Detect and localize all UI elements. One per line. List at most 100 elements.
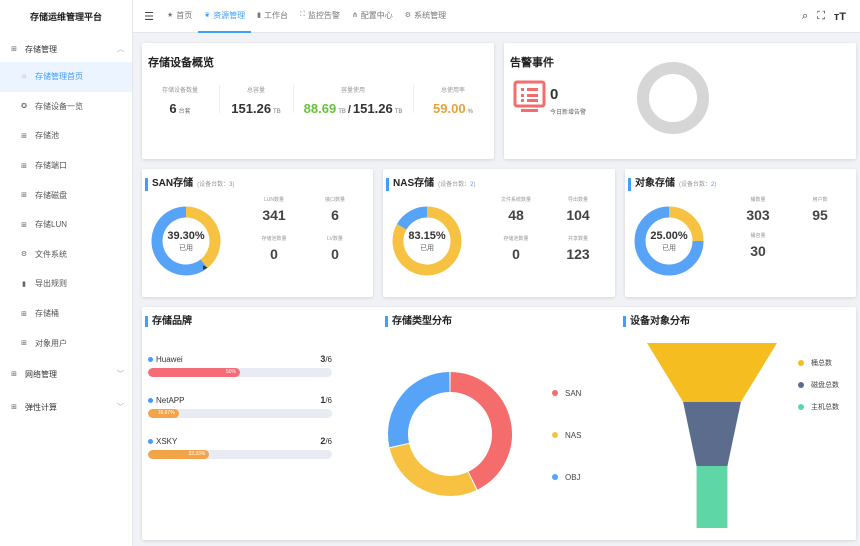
brand-dot-icon	[148, 438, 153, 444]
chevron-up-icon: ︿	[117, 46, 124, 53]
grid-icon: ⊞	[21, 162, 27, 170]
sidebar: 存储运维管理平台 ⊞ 存储管理 ︿ ⌂ 存储管理首页 ✪ 存储设备一览 ⊞ 存储…	[0, 0, 133, 546]
pie-slice-obj[interactable]	[388, 372, 451, 448]
top-tools: ⌕ ⛶ тT	[802, 0, 846, 33]
sidebar-item-bucket[interactable]: ⊞ 存储桶	[0, 299, 132, 329]
legend-label: SAN	[565, 388, 582, 398]
brand-fill: 33.33%	[148, 450, 210, 459]
home-icon: ⌂	[21, 73, 27, 81]
stat-value: 0	[270, 246, 278, 262]
legend-item-san[interactable]: SAN	[552, 372, 581, 414]
sidebar-item-file-system[interactable]: ⚙ 文件系统	[0, 240, 132, 270]
nas-stat-share: 共享数量 123	[553, 235, 603, 262]
brand-fill: 16.67%	[148, 409, 179, 418]
menu-group-label: 弹性计算	[25, 402, 57, 412]
brand-name: XSKY	[156, 436, 178, 446]
stat-value: 95	[812, 207, 828, 223]
menu-group-network[interactable]: ⊞ 网络管理 ﹀	[0, 358, 132, 391]
stat-value: 48	[508, 207, 524, 223]
obj-subtitle: (设备台数：2)	[679, 180, 716, 191]
nas-used-label: 已用	[420, 244, 434, 252]
brand-title-text: 存储品牌	[152, 316, 192, 327]
nas-donut-center: 83.15% 已用	[391, 201, 463, 281]
sidebar-item-label: 存储桶	[35, 309, 59, 319]
san-sub-suffix: )	[232, 182, 235, 188]
sidebar-item-label: 对象用户	[35, 338, 67, 348]
brand-pct: 50%	[225, 369, 236, 375]
nas-percent: 83.15%	[408, 229, 446, 242]
legend-item-host[interactable]: 主机总数	[798, 396, 839, 418]
brand-total: /6	[325, 437, 332, 446]
san-percent: 39.30%	[167, 229, 205, 242]
sidebar-item-object-user[interactable]: ⊞ 对象用户	[0, 328, 132, 358]
funnel-segment-2[interactable]	[696, 466, 728, 528]
used-total-value: 151.26	[352, 101, 393, 116]
legend-label: 桶总数	[811, 360, 832, 367]
san-donut: 39.30% 已用	[150, 201, 222, 281]
bottom-panel: 存储品牌 Huawei 3/6 50% NetAPP 1/6 16.67% XSKY…	[142, 307, 856, 540]
brand-pct: 16.67%	[157, 410, 175, 416]
type-dist-title-text: 存储类型分布	[392, 316, 452, 327]
device-count-unit: 台套	[178, 109, 191, 115]
brand-dot-icon	[148, 397, 153, 403]
san-used-label: 已用	[179, 244, 193, 252]
obj-sub-prefix: (设备台数：	[679, 182, 711, 188]
sidebar-item-label: 文件系统	[35, 249, 67, 259]
usage-unit: %	[467, 109, 473, 115]
tab-label: 工作台	[264, 10, 289, 20]
used-unit: TB	[338, 109, 346, 115]
sidebar-item-storage-port[interactable]: ⊞ 存储端口	[0, 151, 132, 181]
legend-item-obj[interactable]: OBJ	[552, 456, 581, 498]
sidebar-item-export-rules[interactable]: ▮ 导出规则	[0, 269, 132, 299]
chevron-down-icon: ﹀	[117, 371, 124, 379]
stat-value: 30	[750, 243, 766, 259]
sidebar-item-storage-home[interactable]: ⌂ 存储管理首页	[0, 62, 132, 92]
sidebar-item-storage-lun[interactable]: ⊞ 存储LUN	[0, 210, 132, 240]
used-separator: /	[347, 104, 351, 116]
legend-item-bucket[interactable]: 桶总数	[798, 352, 839, 374]
menu-group-compute[interactable]: ⊞ 弹性计算 ﹀	[0, 391, 132, 424]
legend-item-nas[interactable]: NAS	[552, 414, 581, 456]
stat-value: 104	[566, 207, 590, 223]
menu-toggle-icon[interactable]: ☰	[137, 10, 161, 23]
tab-workbench[interactable]: ▮ 工作台	[251, 0, 294, 33]
obj-dist-title: 设备对象分布	[623, 316, 690, 327]
app-root: 存储运维管理平台 ⊞ 存储管理 ︿ ⌂ 存储管理首页 ✪ 存储设备一览 ⊞ 存储…	[0, 0, 860, 546]
brand-track: 50%	[148, 368, 332, 377]
san-subtitle: (设备台数：3)	[197, 180, 234, 191]
legend-item-disk[interactable]: 磁盘总数	[798, 374, 839, 396]
grid-icon: ⊞	[11, 46, 17, 53]
tab-config[interactable]: ⋔ 配置中心	[346, 0, 399, 33]
pie-slice-san[interactable]	[449, 372, 512, 490]
menu-group-storage[interactable]: ⊞ 存储管理 ︿	[0, 36, 132, 62]
legend-dot-icon	[552, 390, 558, 396]
tab-label: 资源管理	[213, 10, 246, 20]
sidebar-item-device-list[interactable]: ✪ 存储设备一览	[0, 92, 132, 122]
grid-icon: ⊞	[21, 310, 27, 318]
search-icon[interactable]: ⌕	[802, 10, 808, 23]
font-size-icon[interactable]: тT	[834, 11, 846, 23]
tab-system[interactable]: ⚙ 系统管理	[399, 0, 452, 33]
brand-total: /6	[325, 355, 332, 364]
pie-slice-nas[interactable]	[389, 443, 477, 496]
funnel-segment-0[interactable]	[647, 343, 777, 402]
expand-icon: ⛶	[300, 11, 305, 18]
brand-title: 存储运维管理平台	[29, 11, 102, 22]
tab-resource[interactable]: ❦ 资源管理	[198, 0, 252, 33]
brand-row-huawei: Huawei 3/6 50%	[148, 354, 332, 377]
tab-home[interactable]: ★ 首页	[161, 0, 198, 33]
sidebar-item-storage-pool[interactable]: ⊞ 存储池	[0, 121, 132, 151]
grid-icon: ⊞	[21, 221, 27, 229]
obj-title: 对象存储 (设备台数：2)	[628, 178, 716, 191]
leaf-icon: ❦	[204, 12, 211, 19]
obj-stat-user: 用户数 95	[795, 196, 845, 223]
funnel-segment-1[interactable]	[683, 402, 741, 466]
obj-used-label: 已用	[662, 244, 676, 252]
stat-label: 存储池数量	[261, 236, 287, 242]
sidebar-item-storage-disk[interactable]: ⊞ 存储磁盘	[0, 180, 132, 210]
total-label: 总容量	[246, 88, 265, 94]
tab-monitor[interactable]: ⛶ 监控告警	[294, 0, 346, 33]
fullscreen-icon[interactable]: ⛶	[817, 10, 825, 23]
stat-label: 用户数	[812, 197, 828, 203]
nas-title: NAS存储 (设备台数：2)	[386, 178, 475, 191]
